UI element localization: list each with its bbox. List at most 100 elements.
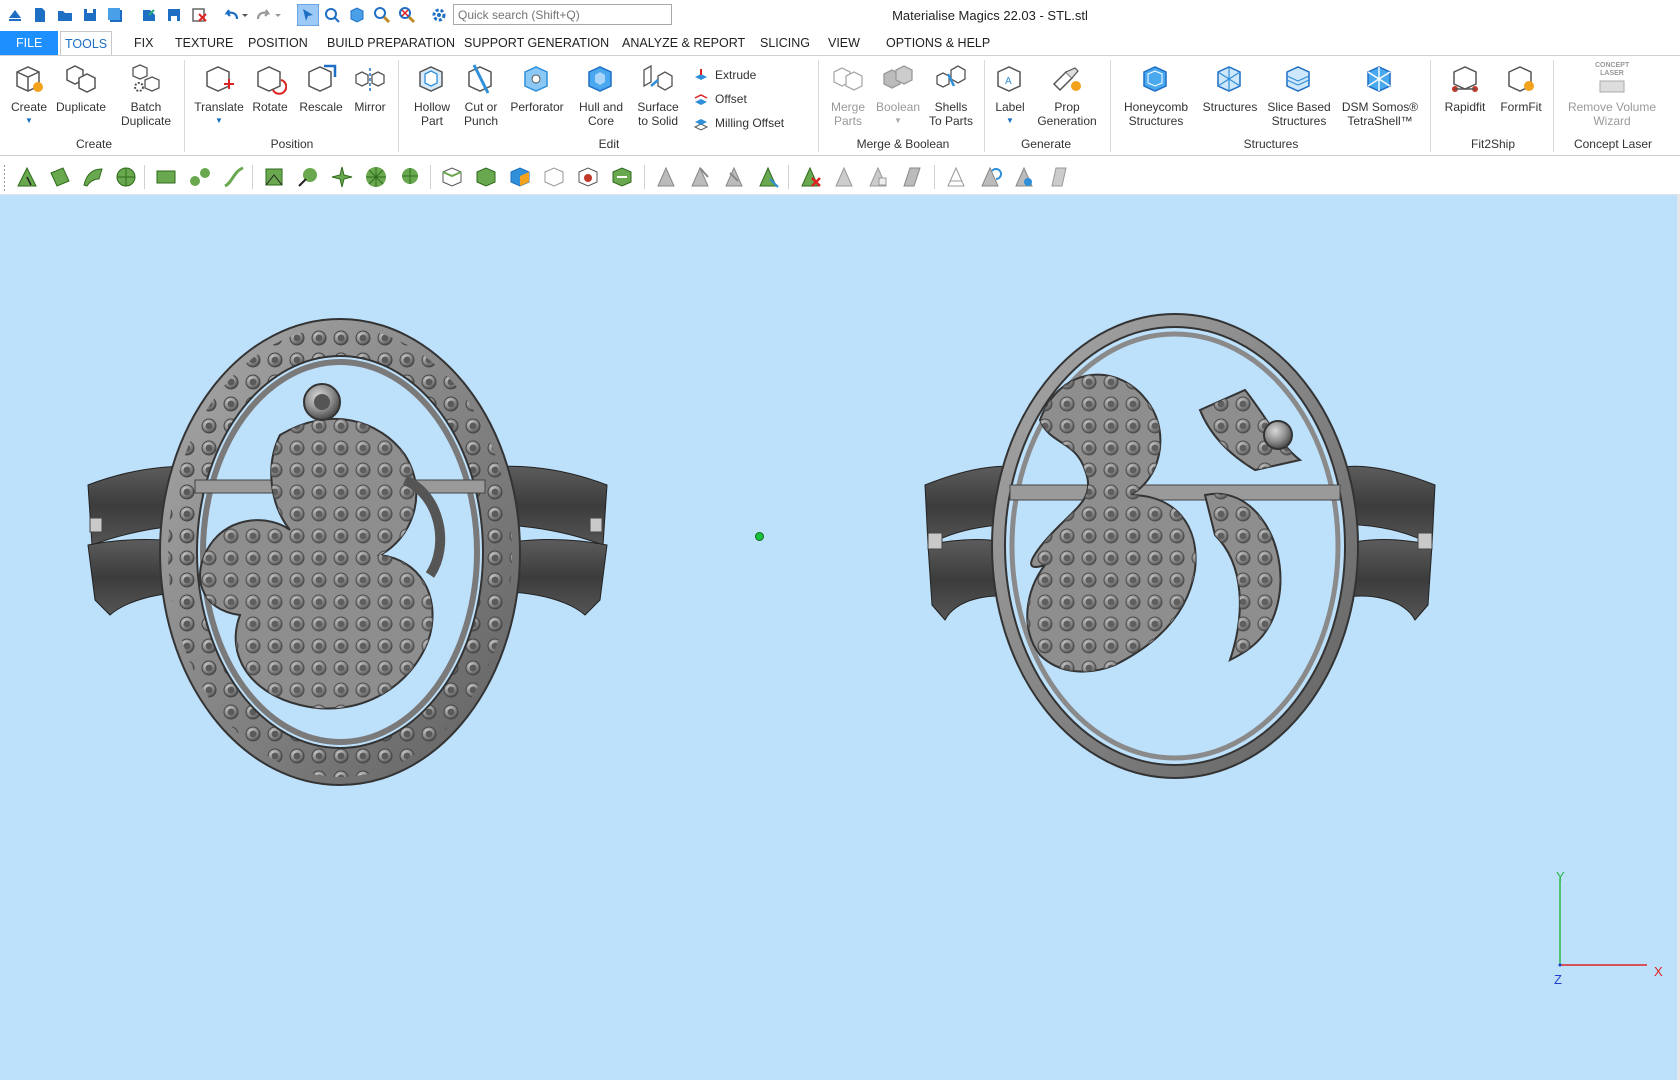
- tab-options-help[interactable]: OPTIONS & HELP: [882, 31, 994, 55]
- new-file-icon[interactable]: [31, 6, 49, 24]
- label-button[interactable]: A Label ▼: [990, 62, 1030, 128]
- offset-button[interactable]: Offset: [692, 89, 747, 109]
- mark-connected-icon[interactable]: [188, 165, 212, 189]
- cut-punch-label-2: Punch: [463, 114, 499, 128]
- structures-button[interactable]: Structures: [1198, 62, 1262, 114]
- triangle-plane-icon[interactable]: [1046, 165, 1070, 189]
- mark-triangle-icon[interactable]: [15, 165, 39, 189]
- triangle-select-icon[interactable]: [654, 165, 678, 189]
- unmark-part-icon[interactable]: [542, 165, 566, 189]
- triangle-expand-icon[interactable]: [688, 165, 712, 189]
- translate-dropdown-icon[interactable]: ▼: [190, 114, 248, 128]
- zoom-window-icon[interactable]: [323, 6, 341, 24]
- triangle-grow-icon[interactable]: [756, 165, 780, 189]
- boolean-dropdown-icon[interactable]: ▼: [872, 114, 924, 128]
- save-part-icon[interactable]: [165, 6, 183, 24]
- open-file-icon[interactable]: [56, 6, 74, 24]
- unload-part-icon[interactable]: [190, 6, 208, 24]
- label-dropdown-icon[interactable]: ▼: [990, 114, 1030, 128]
- mark-contour-icon[interactable]: [262, 165, 286, 189]
- create-dropdown-icon[interactable]: ▼: [6, 114, 52, 128]
- title-bar: Materialise Magics 22.03 - STL.stl: [0, 0, 1680, 30]
- mark-window-icon[interactable]: [154, 165, 178, 189]
- merge-parts-button[interactable]: Merge Parts: [826, 62, 870, 128]
- mark-noise-shells-icon[interactable]: [610, 165, 634, 189]
- separate-marked-icon[interactable]: [866, 165, 890, 189]
- surface-to-solid-button[interactable]: Surface to Solid: [632, 62, 684, 128]
- hull-core-button[interactable]: Hull and Core: [573, 62, 629, 128]
- triangle-shrink-icon[interactable]: [722, 165, 746, 189]
- mark-part-icon[interactable]: [440, 165, 464, 189]
- app-logo-icon[interactable]: [6, 6, 24, 24]
- settings-icon[interactable]: [430, 6, 448, 24]
- mark-plane-icon[interactable]: [48, 165, 72, 189]
- delete-marked-icon[interactable]: [832, 165, 856, 189]
- mark-sphere-icon[interactable]: [296, 165, 320, 189]
- batch-duplicate-icon: [132, 64, 160, 92]
- rescale-button[interactable]: Rescale: [297, 62, 345, 114]
- mark-shell-icon[interactable]: [114, 165, 138, 189]
- milling-offset-button[interactable]: Milling Offset: [692, 113, 784, 133]
- dsm-somos-tetrashell-button[interactable]: DSM Somos® TetraShell™: [1338, 62, 1422, 128]
- view-cube-icon[interactable]: [348, 6, 366, 24]
- duplicate-marked-icon[interactable]: [900, 165, 924, 189]
- select-mode-icon[interactable]: [297, 4, 319, 26]
- triangle-stats-icon[interactable]: [978, 165, 1002, 189]
- triangle-view-icon[interactable]: [1012, 165, 1036, 189]
- mark-star-icon[interactable]: [330, 165, 354, 189]
- honeycomb-structures-button[interactable]: Honeycomb Structures: [1120, 62, 1192, 128]
- extrude-button[interactable]: Extrude: [692, 65, 756, 85]
- prop-generation-icon: [1052, 67, 1081, 92]
- 3d-viewport[interactable]: Y X Z: [0, 195, 1677, 1080]
- undo-dropdown-icon[interactable]: [240, 6, 250, 24]
- hollow-part-button[interactable]: Hollow Part: [406, 62, 458, 128]
- import-part-icon[interactable]: [140, 6, 158, 24]
- undo-icon[interactable]: [222, 6, 240, 24]
- zoom-reset-icon[interactable]: [398, 6, 416, 24]
- zoom-icon[interactable]: [373, 6, 391, 24]
- formfit-button[interactable]: FormFit: [1496, 62, 1546, 114]
- save-icon[interactable]: [81, 6, 99, 24]
- prop-generation-button[interactable]: Prop Generation: [1034, 62, 1100, 128]
- tab-analyze-report[interactable]: ANALYZE & REPORT: [618, 31, 749, 55]
- cut-punch-button[interactable]: Cut or Punch: [459, 62, 503, 128]
- mirror-button[interactable]: Mirror: [348, 62, 392, 114]
- mark-by-color-icon[interactable]: [576, 165, 600, 189]
- mark-all-parts-icon[interactable]: [474, 165, 498, 189]
- toolbar-grip[interactable]: [4, 165, 5, 193]
- create-button[interactable]: Create ▼: [6, 62, 52, 128]
- mark-radial-icon[interactable]: [364, 165, 388, 189]
- shells-to-parts-button[interactable]: Shells To Parts: [926, 62, 976, 128]
- unmark-all-icon[interactable]: [798, 165, 822, 189]
- hide-marked-icon[interactable]: [944, 165, 968, 189]
- remove-volume-wizard-button[interactable]: CONCEPT LASER Remove Volume Wizard: [1562, 62, 1662, 128]
- redo-icon[interactable]: [255, 6, 273, 24]
- mark-ball-icon[interactable]: [398, 165, 422, 189]
- duplicate-button[interactable]: Duplicate: [53, 62, 109, 114]
- mark-surface-icon[interactable]: [81, 165, 105, 189]
- ring-model-right[interactable]: [924, 313, 1436, 779]
- boolean-button[interactable]: Boolean ▼: [872, 62, 924, 128]
- tab-position[interactable]: POSITION: [244, 31, 312, 55]
- rapidfit-button[interactable]: Rapidfit: [1438, 62, 1492, 114]
- quick-search-input[interactable]: [453, 4, 672, 25]
- invert-marking-icon[interactable]: [508, 165, 532, 189]
- mark-curve-icon[interactable]: [222, 165, 246, 189]
- tab-build-preparation[interactable]: BUILD PREPARATION: [323, 31, 459, 55]
- rotation-center-marker[interactable]: [755, 532, 764, 541]
- slice-based-structures-button[interactable]: Slice Based Structures: [1264, 62, 1334, 128]
- ring-model-left[interactable]: [87, 318, 608, 786]
- rotate-button[interactable]: Rotate: [248, 62, 292, 114]
- translate-button[interactable]: Translate ▼: [190, 62, 248, 128]
- tab-slicing[interactable]: SLICING: [756, 31, 814, 55]
- tab-view[interactable]: VIEW: [824, 31, 864, 55]
- tab-support-generation[interactable]: SUPPORT GENERATION: [460, 31, 613, 55]
- save-all-icon[interactable]: [106, 6, 124, 24]
- batch-duplicate-button[interactable]: Batch Duplicate: [115, 62, 177, 128]
- tab-texture[interactable]: TEXTURE: [171, 31, 237, 55]
- tab-fix[interactable]: FIX: [130, 31, 157, 55]
- perforator-button[interactable]: Perforator: [507, 62, 567, 114]
- redo-dropdown-icon[interactable]: [273, 6, 283, 24]
- tab-file[interactable]: FILE: [0, 31, 59, 55]
- tab-tools[interactable]: TOOLS: [60, 31, 113, 56]
